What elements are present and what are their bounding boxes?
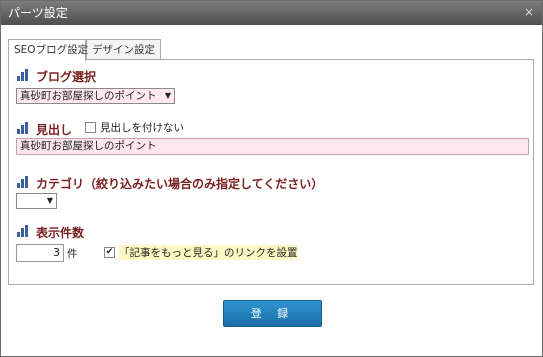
parts-settings-dialog: パーツ設定 × SEOブログ設定 デザイン設定 ブログ選択 真砂町お部屋探しのポ… xyxy=(0,0,543,357)
bar-chart-icon xyxy=(17,122,29,134)
dropdown-arrow-icon: ▼ xyxy=(164,91,171,100)
heading-text-input[interactable]: 真砂町お部屋探しのポイント xyxy=(16,138,529,155)
blog-select-heading: ブログ選択 xyxy=(36,70,97,84)
display-count-unit: 件 xyxy=(67,248,78,260)
bar-chart-icon xyxy=(17,176,29,188)
settings-panel: ブログ選択 真砂町お部屋探しのポイント ▼ 見出し 見出しを付けない 真砂町お部… xyxy=(8,59,534,285)
tab-seo-blog-settings[interactable]: SEOブログ設定 xyxy=(8,39,88,61)
title-bar: パーツ設定 × xyxy=(1,1,542,25)
dropdown-arrow-icon: ▼ xyxy=(46,196,53,205)
more-link-checkbox[interactable]: ✔ xyxy=(104,247,115,258)
check-icon: ✔ xyxy=(105,247,114,257)
bar-chart-icon xyxy=(17,225,29,237)
display-count-heading: 表示件数 xyxy=(36,226,85,240)
category-select-dropdown[interactable]: ▼ xyxy=(16,193,57,209)
register-button[interactable]: 登 録 xyxy=(223,300,322,327)
blog-select-value: 真砂町お部屋探しのポイント xyxy=(20,90,157,102)
more-link-label: 「記事をもっと見る」のリンクを設置 xyxy=(119,245,298,260)
no-heading-checkbox[interactable] xyxy=(85,122,96,133)
bar-chart-icon xyxy=(17,69,29,81)
category-heading: カテゴリ（絞り込みたい場合のみ指定してください） xyxy=(36,177,324,191)
dialog-title: パーツ設定 xyxy=(8,6,68,20)
heading-section-title: 見出し xyxy=(36,123,73,137)
no-heading-label: 見出しを付けない xyxy=(100,122,184,134)
display-count-input[interactable]: 3 xyxy=(16,244,64,262)
close-icon[interactable]: × xyxy=(524,1,534,23)
blog-select-dropdown[interactable]: 真砂町お部屋探しのポイント ▼ xyxy=(16,88,175,104)
tab-design-settings[interactable]: デザイン設定 xyxy=(86,39,161,60)
